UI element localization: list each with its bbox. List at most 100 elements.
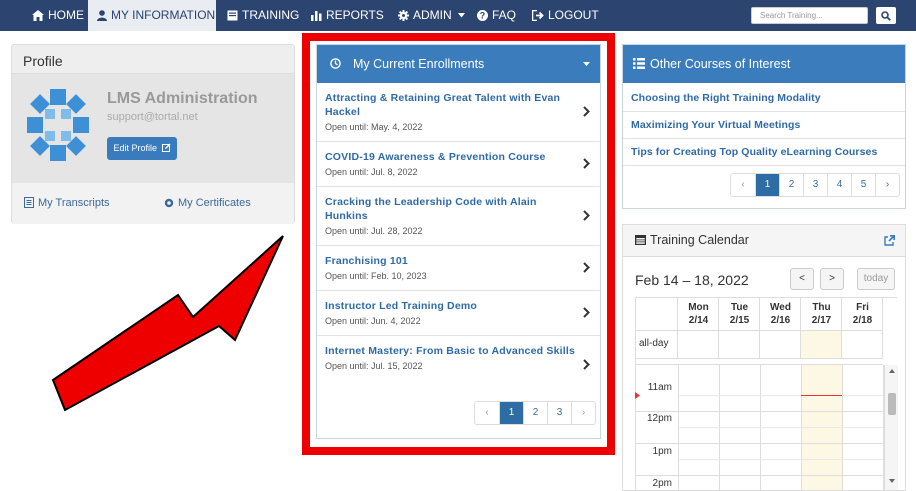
calendar-prev-button[interactable]: < [790,268,814,290]
allday-cell[interactable] [719,331,760,359]
list-icon [633,58,645,69]
enrollments-list: Attracting & Retaining Great Talent with… [317,83,600,394]
calendar-header: Training Calendar [623,225,905,257]
edit-profile-label: Edit Profile [113,143,157,153]
nav-admin[interactable]: ADMIN [398,0,466,31]
allday-cell[interactable] [760,331,801,359]
chevron-right-icon [583,307,590,318]
chevron-right-icon [583,106,590,117]
book-icon [227,10,238,21]
nav-reports-label: REPORTS [326,8,384,22]
search-input[interactable]: Search Training... [751,7,868,24]
edit-profile-button[interactable]: Edit Profile [107,137,177,160]
profile-card: LMS Administration support@tortal.net Ed… [12,73,294,183]
pager-page[interactable]: 5 [851,174,875,196]
other-course-link[interactable]: Tips for Creating Top Quality eLearning … [631,146,877,158]
time-grid-body: 11am 12pm 1pm 2pm [635,364,898,490]
allday-label: all-day [639,338,669,349]
allday-label-cell: all-day [636,331,678,359]
divider [623,165,905,166]
pager-page[interactable]: 1 [755,174,779,196]
pager-page[interactable]: 4 [827,174,851,196]
day-date: 2/17 [811,315,832,326]
external-link-icon[interactable] [884,235,895,246]
nav-faq[interactable]: ? FAQ [477,0,516,31]
caret-down-icon [458,13,466,18]
divider [623,111,905,112]
chevron-right-icon [583,359,590,370]
enrollment-item[interactable]: Cracking the Leadership Code with Alain … [317,187,600,246]
enrollments-header[interactable]: My Current Enrollments [317,45,600,83]
enrollments-title: My Current Enrollments [353,57,485,71]
enrollment-title: Attracting & Retaining Great Talent with… [325,92,561,118]
pager-page[interactable]: 3 [547,402,571,424]
nav-logout-label: LOGOUT [548,8,599,22]
nav-home[interactable]: HOME [32,0,84,31]
nav-admin-label: ADMIN [413,8,452,22]
pager-page[interactable]: 3 [803,174,827,196]
nav-logout[interactable]: LOGOUT [531,0,599,31]
divider [623,138,905,139]
enrollment-item[interactable]: Internet Mastery: From Basic to Advanced… [317,336,600,394]
chevron-right-icon [583,210,590,221]
my-certificates-label: My Certificates [178,197,251,209]
nav-reports[interactable]: REPORTS [311,0,384,31]
svg-text:?: ? [480,11,486,21]
calendar-today-button[interactable]: today [857,268,895,290]
logout-icon [531,9,544,22]
allday-cell[interactable] [842,331,883,359]
enrollment-date: Open until: Feb. 10, 2023 [325,271,427,281]
training-calendar-panel: Training Calendar Feb 14 – 18, 2022 < > … [622,224,906,491]
allday-cell[interactable] [678,331,719,359]
pager-prev[interactable]: ‹ [475,402,499,424]
calendar-scrollbar[interactable] [884,365,898,490]
allday-cell-today[interactable] [801,331,842,359]
day-header: Thu 2/17 [801,298,842,331]
profile-name: LMS Administration [107,90,258,107]
organization-logo [27,89,89,161]
nav-training-label: TRAINING [242,8,300,22]
profile-panel: Profile LMS Administration support@torta… [11,44,295,224]
day-date: 2/18 [852,315,873,326]
enrollment-item[interactable]: Franchising 101 Open until: Feb. 10, 202… [317,246,600,291]
enrollment-item[interactable]: Instructor Led Training Demo Open until:… [317,291,600,336]
nav-my-information[interactable]: MY INFORMATION [88,0,216,31]
enrollment-title: Instructor Led Training Demo [325,300,478,312]
pager-next[interactable]: › [875,174,899,196]
other-courses-pagination: ‹ 1 2 3 4 5 › [730,173,900,197]
pager-page[interactable]: 2 [523,402,547,424]
calendar-next-button[interactable]: > [820,268,844,290]
time-label: 12pm [646,413,672,424]
clock-icon [330,58,341,69]
today-column [801,365,842,490]
pager-prev[interactable]: ‹ [731,174,755,196]
enrollment-item[interactable]: COVID-19 Awareness & Prevention Course O… [317,142,600,187]
now-indicator-arrow [635,392,640,399]
other-course-link[interactable]: Choosing the Right Training Modality [631,92,821,104]
day-name: Tue [730,302,749,313]
enrollment-date: Open until: May. 4, 2022 [325,122,423,132]
scroll-up-icon[interactable] [889,369,895,373]
chevron-right-icon [583,262,590,273]
day-name: Mon [688,302,709,313]
nav-home-label: HOME [48,8,84,22]
other-courses-header: Other Courses of Interest [623,45,905,83]
pager-page[interactable]: 2 [779,174,803,196]
nav-my-information-label: MY INFORMATION [111,8,216,22]
nav-training[interactable]: TRAINING [227,0,299,31]
scrollbar-thumb[interactable] [888,393,896,415]
pager-next[interactable]: › [571,402,595,424]
day-header: Wed 2/16 [760,298,801,331]
chevron-right-icon [583,158,590,169]
profile-title: Profile [23,53,63,69]
other-course-link[interactable]: Maximizing Your Virtual Meetings [631,119,800,131]
enrollment-title: Cracking the Leadership Code with Alain … [325,196,537,222]
caret-down-icon[interactable] [583,62,590,67]
enrollment-item[interactable]: Attracting & Retaining Great Talent with… [317,83,600,142]
pager-page[interactable]: 1 [499,402,523,424]
search-button[interactable] [876,7,896,24]
day-header: Tue 2/15 [719,298,760,331]
my-transcripts-link[interactable]: My Transcripts [24,197,110,209]
my-certificates-link[interactable]: My Certificates [164,197,251,209]
scroll-down-icon[interactable] [889,479,895,483]
